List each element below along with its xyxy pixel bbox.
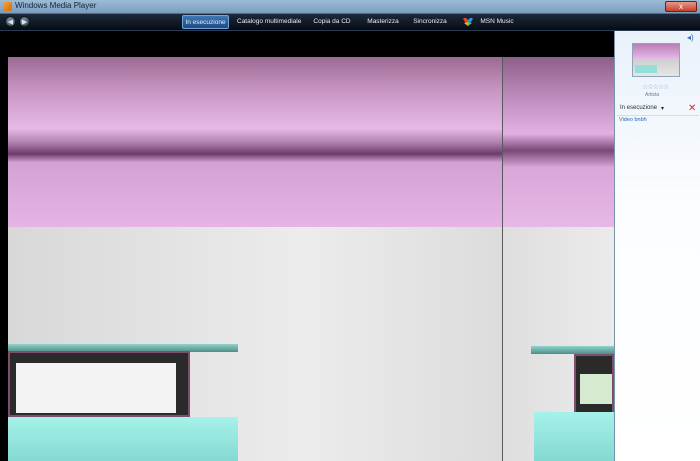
close-icon[interactable]: ✕ (688, 103, 696, 114)
window-title: Windows Media Player (15, 1, 97, 10)
media-player-icon (3, 2, 12, 11)
tab-msn-music[interactable]: MSN Music (478, 15, 516, 29)
video-shelf-right (531, 346, 614, 354)
video-cabinet-low-right (534, 412, 614, 461)
tab-rip-cd[interactable]: Copia da CD (311, 15, 353, 29)
artist-label: Artista (645, 92, 660, 98)
video-cabinet-low (8, 417, 238, 461)
forward-button[interactable]: ▶ (19, 16, 30, 27)
now-playing-panel: ◂) ☆☆☆☆☆ Artista In esecuzione ▾ ✕ Video… (614, 31, 700, 461)
speaker-icon[interactable]: ◂) (687, 34, 696, 42)
video-monitor (8, 351, 190, 417)
tab-library[interactable]: Catalogo multimediale (237, 15, 301, 29)
video-cabinet-top (8, 57, 502, 227)
thumbnail-detail (635, 65, 657, 73)
tab-now-playing[interactable]: In esecuzione (182, 15, 229, 29)
video-area[interactable] (0, 31, 614, 461)
close-window-button[interactable]: x (665, 1, 697, 12)
video-seam (502, 57, 503, 461)
list-item[interactable]: Video bnbh (619, 117, 647, 123)
tab-burn[interactable]: Masterizza (366, 15, 400, 29)
playlist-title[interactable]: In esecuzione (620, 105, 657, 111)
msn-butterfly-icon (463, 17, 473, 26)
video-frame (8, 57, 614, 461)
panel-divider (617, 115, 699, 116)
album-art-thumbnail[interactable] (632, 43, 680, 77)
navigation-bar: ◀ ▶ In esecuzione Catalogo multimediale … (0, 14, 700, 31)
video-monitor-right (574, 354, 614, 414)
back-button[interactable]: ◀ (5, 16, 16, 27)
video-monitor-right-screen (580, 374, 612, 404)
playlist-header: In esecuzione ▾ ✕ (618, 103, 698, 115)
tab-sync[interactable]: Sincronizza (412, 15, 448, 29)
video-cabinet-top-right (503, 57, 614, 227)
title-bar: Windows Media Player x (0, 0, 700, 14)
chevron-down-icon[interactable]: ▾ (661, 105, 664, 112)
video-monitor-screen (16, 363, 176, 413)
rating-stars[interactable]: ☆☆☆☆☆ (642, 83, 669, 91)
